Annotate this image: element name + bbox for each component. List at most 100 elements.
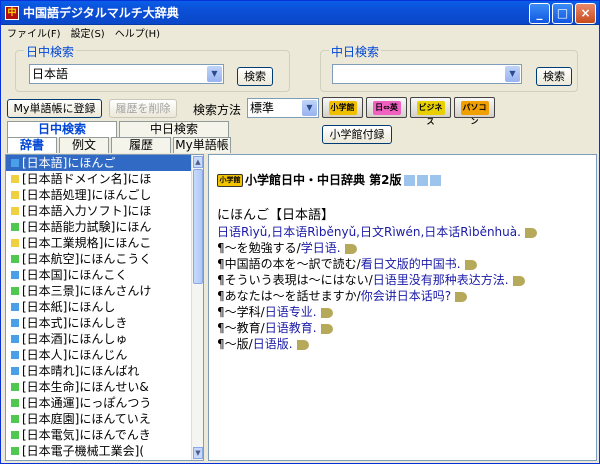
list-item-label: [日本電気]にほんでんき	[22, 428, 151, 442]
list-item[interactable]: [日本語能力試験]にほん	[6, 219, 203, 235]
jc-search-group-label: 日中検索	[24, 43, 77, 60]
speaker-icon[interactable]	[296, 339, 309, 350]
list-item[interactable]: [日本紙]にほんし	[6, 299, 203, 315]
speaker-icon[interactable]	[320, 323, 333, 334]
chevron-down-icon[interactable]: ▼	[505, 66, 520, 82]
cj-search-input[interactable]: ▼	[332, 64, 522, 84]
list-item[interactable]: [日本式]にほんしき	[6, 315, 203, 331]
dictionary-title: 小学館日中・中日辞典 第2版	[245, 173, 402, 187]
tab-jc-search[interactable]: 日中検索	[7, 121, 117, 137]
example-chinese[interactable]: 日语教育.	[265, 321, 317, 335]
translation-text[interactable]: 日语Rìyǔ,日本语Rìběnyǔ,日文Rìwén,日本话Rìběnhuà.	[217, 225, 521, 239]
list-item-label: [日本電子機械工業会](	[22, 444, 145, 458]
example-line: ¶あなたは～を話せますか/你会讲日本话吗?	[217, 288, 589, 304]
speaker-icon[interactable]	[524, 227, 537, 238]
list-item[interactable]: [日本酒]にほんしゅ	[6, 331, 203, 347]
entry-type-icon	[11, 351, 19, 359]
add-to-wordbook-button[interactable]: My単語帳に登録	[7, 99, 102, 118]
tab-cj-search[interactable]: 中日検索	[119, 121, 229, 137]
example-chinese[interactable]: 日语专业.	[265, 305, 317, 319]
tab-dictionary[interactable]: 辞書	[7, 137, 57, 153]
results-list[interactable]: [日本語]にほんご [日本語ドメイン名]にほ [日本語処理]にほんごし [日本語入力ソ…	[5, 154, 204, 461]
list-item[interactable]: [日本三景]にほんさんけ	[6, 283, 203, 299]
list-item[interactable]: [日本生命]にほんせい&	[6, 379, 203, 395]
appendix-button[interactable]: 小学館付録	[322, 125, 392, 144]
list-item-label: [日本庭園]にほんていえ	[22, 412, 151, 426]
entry-type-icon	[11, 191, 19, 199]
list-item[interactable]: [日本国]にほんこく	[6, 267, 203, 283]
list-item[interactable]: [日本電子機械工業会](	[6, 443, 203, 459]
app-logo-icon: 中	[5, 5, 19, 20]
tab-my-wordbook[interactable]: My単語帳	[173, 137, 231, 153]
minimize-button[interactable]: _	[529, 3, 550, 24]
entry-type-icon	[11, 159, 19, 167]
dict-computer-button[interactable]: パソコン	[454, 97, 495, 126]
title-bar[interactable]: 中 中国語デジタルマルチ大辞典 _ □ ×	[1, 1, 599, 25]
dict-nichiei-button[interactable]: 日⇔英	[366, 97, 407, 118]
shogakukan-icon: 小学館	[328, 100, 357, 115]
tab-history[interactable]: 履歴	[111, 137, 171, 153]
example-japanese: ¶～教育	[217, 321, 261, 335]
scrollbar-thumb[interactable]	[193, 169, 203, 284]
example-line: ¶中国語の本を～訳で読む/看日文版的中国书.	[217, 256, 589, 272]
chevron-down-icon[interactable]: ▼	[302, 100, 317, 116]
tab-examples[interactable]: 例文	[59, 137, 109, 153]
list-item[interactable]: [日本晴れ]にほんばれ	[6, 363, 203, 379]
speaker-icon[interactable]	[455, 291, 468, 302]
entry-type-icon	[11, 223, 19, 231]
list-item[interactable]: [日本航空]にほんこうく	[6, 251, 203, 267]
menu-settings[interactable]: 設定(S)	[71, 25, 105, 40]
search-method-select[interactable]: 標準 ▼	[247, 98, 319, 118]
list-item[interactable]: [日本語入力ソフト]にほ	[6, 203, 203, 219]
scroll-up-icon[interactable]: ▲	[193, 156, 203, 168]
menu-file[interactable]: ファイル(F)	[7, 25, 61, 40]
list-item-label: [日本紙]にほんし	[22, 300, 116, 314]
list-item-label: [日本生命]にほんせい&	[22, 380, 149, 394]
chevron-down-icon[interactable]: ▼	[207, 66, 222, 82]
speaker-icon[interactable]	[320, 307, 333, 318]
example-chinese[interactable]: 看日文版的中国书.	[361, 257, 461, 271]
example-japanese: ¶あなたは～を話せますか	[217, 289, 357, 303]
example-chinese[interactable]: 日语里没有那种表达方法.	[373, 273, 509, 287]
speaker-icon[interactable]	[512, 275, 525, 286]
list-item[interactable]: [日本通運]にっぽんつう	[6, 395, 203, 411]
dictionary-header: 小学館 小学館日中・中日辞典 第2版	[217, 172, 441, 188]
example-line: ¶～教育/日语教育.	[217, 320, 589, 336]
speaker-icon[interactable]	[344, 243, 357, 254]
menu-help[interactable]: ヘルプ(H)	[115, 25, 160, 40]
example-japanese: ¶～学科	[217, 305, 261, 319]
entry-view: 小学館 小学館日中・中日辞典 第2版 にほんご【日本語】 日语Rìyǔ,日本语R…	[208, 154, 597, 461]
nichiei-icon: 日⇔英	[372, 100, 401, 115]
cj-search-button[interactable]: 検索	[536, 67, 572, 86]
list-item[interactable]: [日本庭園]にほんていえ	[6, 411, 203, 427]
example-chinese[interactable]: 你会讲日本话吗?	[361, 289, 451, 303]
dict-shogakukan-button[interactable]: 小学館	[322, 97, 363, 118]
jc-search-button[interactable]: 検索	[237, 67, 273, 86]
speaker-icon[interactable]	[464, 259, 477, 270]
scroll-down-icon[interactable]: ▼	[193, 447, 203, 459]
maximize-button[interactable]: □	[552, 3, 573, 24]
entry-type-icon	[11, 319, 19, 327]
close-button[interactable]: ×	[575, 3, 596, 24]
example-chinese[interactable]: 学日语.	[301, 241, 341, 255]
list-item[interactable]: [日本語処理]にほんごし	[6, 187, 203, 203]
example-chinese[interactable]: 日语版.	[253, 337, 293, 351]
entry-type-icon	[11, 207, 19, 215]
list-item-label: [日本語]にほんご	[22, 156, 116, 170]
list-item[interactable]: [日本電気]にほんでんき	[6, 427, 203, 443]
entry-type-icon	[11, 303, 19, 311]
list-item[interactable]: [日本語ドメイン名]にほ	[6, 171, 203, 187]
list-item-label: [日本語入力ソフト]にほ	[22, 204, 152, 218]
search-method-value: 標準	[250, 101, 275, 115]
example-japanese: ¶中国語の本を～訳で読む	[217, 257, 357, 271]
entry-type-icon	[11, 335, 19, 343]
jc-search-input[interactable]: 日本語 ▼	[29, 64, 224, 84]
list-item[interactable]: [日本語]にほんご	[6, 155, 203, 171]
list-item[interactable]: [日本人]にほんじん	[6, 347, 203, 363]
app-window: 中 中国語デジタルマルチ大辞典 _ □ × ファイル(F) 設定(S) ヘルプ(…	[0, 0, 600, 464]
entry-type-icon	[11, 239, 19, 247]
delete-history-button[interactable]: 履歴を削除	[109, 99, 177, 118]
list-scrollbar[interactable]: ▲ ▼	[191, 155, 203, 460]
dict-business-button[interactable]: ビジネス	[410, 97, 451, 126]
list-item[interactable]: [日本工業規格]にほんこ	[6, 235, 203, 251]
